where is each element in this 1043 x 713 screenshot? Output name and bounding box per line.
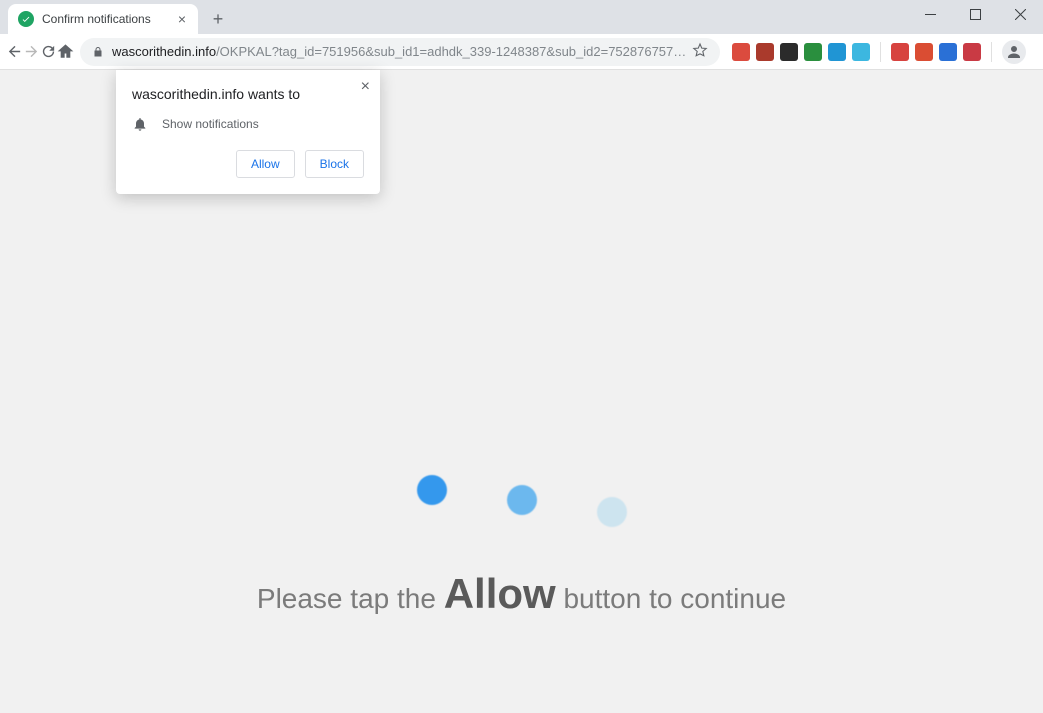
- notification-permission-popup: × wascorithedin.info wants to Show notif…: [116, 70, 380, 194]
- extension-icon-9[interactable]: [939, 43, 957, 61]
- url-path: /OKPKAL?tag_id=751956&sub_id1=adhdk_339-…: [216, 44, 686, 59]
- page-content: × wascorithedin.info wants to Show notif…: [0, 70, 1043, 713]
- loading-dot-icon: [507, 485, 537, 515]
- extension-icon-5[interactable]: [828, 43, 846, 61]
- loading-dots: [0, 475, 1043, 505]
- forward-button[interactable]: [23, 37, 40, 67]
- extension-icon-10[interactable]: [963, 43, 981, 61]
- block-button[interactable]: Block: [305, 150, 364, 178]
- tab-title: Confirm notifications: [42, 12, 176, 26]
- extension-icon-8[interactable]: [915, 43, 933, 61]
- window-maximize-button[interactable]: [953, 0, 998, 28]
- extension-icon-2[interactable]: [756, 43, 774, 61]
- bookmark-star-icon[interactable]: [692, 42, 708, 61]
- bell-icon: [132, 116, 148, 132]
- back-button[interactable]: [6, 37, 23, 67]
- extension-separator: [880, 42, 881, 62]
- extension-icon-6[interactable]: [852, 43, 870, 61]
- address-bar[interactable]: wascorithedin.info /OKPKAL?tag_id=751956…: [80, 38, 720, 66]
- extension-icon-4[interactable]: [804, 43, 822, 61]
- tab-close-icon[interactable]: ×: [176, 11, 188, 27]
- window-close-button[interactable]: [998, 0, 1043, 28]
- lock-icon: [92, 45, 104, 59]
- reload-button[interactable]: [40, 37, 57, 67]
- permission-origin-text: wascorithedin.info wants to: [132, 86, 364, 102]
- loading-dot-icon: [417, 475, 447, 505]
- extensions-area: [726, 37, 1043, 67]
- window-controls: [908, 0, 1043, 28]
- url-host: wascorithedin.info: [112, 44, 216, 59]
- toolbar: wascorithedin.info /OKPKAL?tag_id=751956…: [0, 34, 1043, 70]
- page-message-prefix: Please tap the: [257, 583, 444, 614]
- new-tab-button[interactable]: +: [204, 5, 232, 33]
- permission-actions: Allow Block: [132, 150, 364, 178]
- extension-icon-7[interactable]: [891, 43, 909, 61]
- extension-icon-3[interactable]: [780, 43, 798, 61]
- extension-separator: [991, 42, 992, 62]
- permission-request-label: Show notifications: [162, 117, 259, 131]
- allow-button[interactable]: Allow: [236, 150, 295, 178]
- loading-dot-icon: [597, 497, 627, 527]
- browser-tab[interactable]: Confirm notifications ×: [8, 4, 198, 34]
- page-message: Please tap the Allow button to continue: [0, 570, 1043, 618]
- page-message-emphasis: Allow: [444, 570, 556, 617]
- tab-favicon-checkmark-icon: [18, 11, 34, 27]
- extension-icon-1[interactable]: [732, 43, 750, 61]
- permission-request-row: Show notifications: [132, 116, 364, 132]
- permission-close-icon[interactable]: ×: [361, 78, 370, 96]
- window-minimize-button[interactable]: [908, 0, 953, 28]
- page-message-suffix: button to continue: [556, 583, 786, 614]
- profile-avatar-icon[interactable]: [1002, 40, 1026, 64]
- home-button[interactable]: [57, 37, 74, 67]
- browser-menu-button[interactable]: [1032, 37, 1043, 67]
- titlebar: Confirm notifications × +: [0, 0, 1043, 34]
